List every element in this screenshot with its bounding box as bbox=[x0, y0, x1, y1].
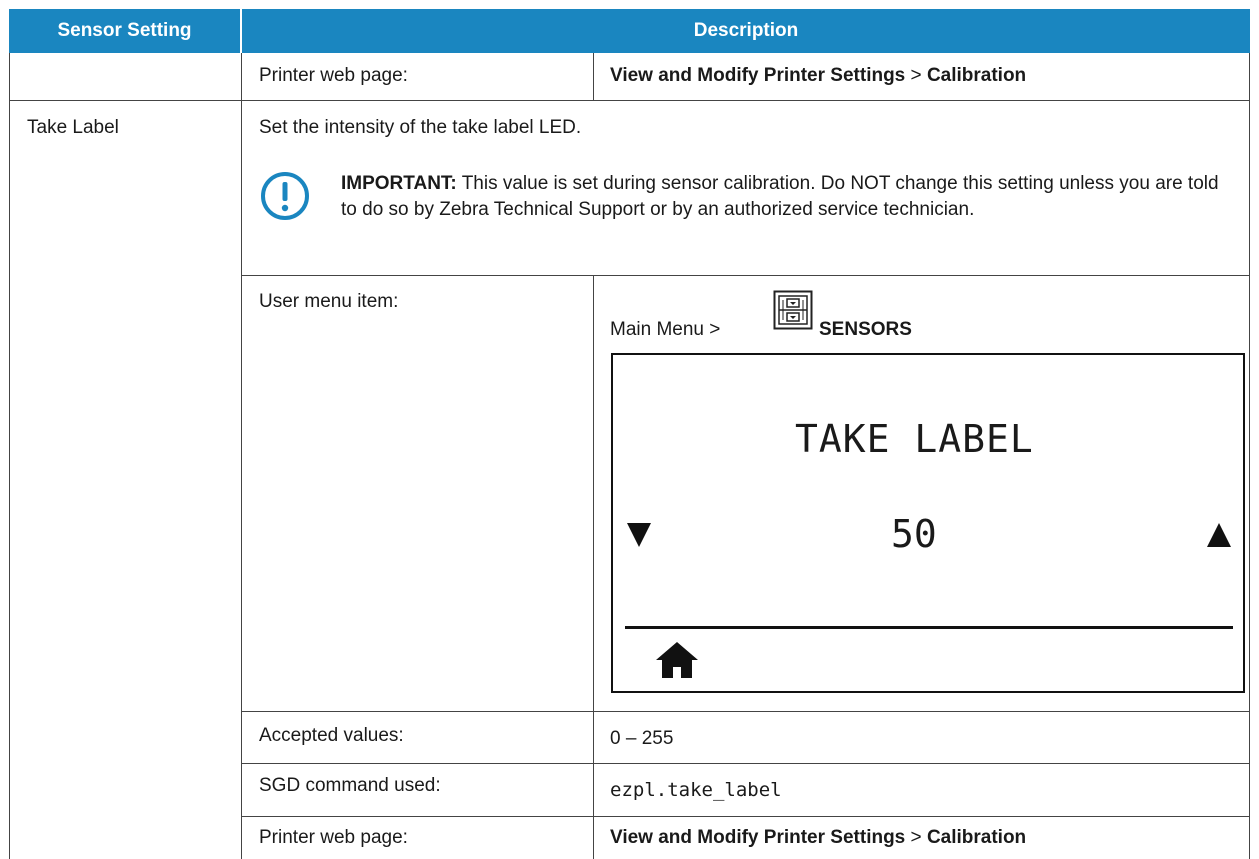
setting-name: Take Label bbox=[27, 117, 119, 138]
inner-col-divider-top bbox=[593, 53, 594, 100]
menu-path-text: Main Menu > bbox=[610, 319, 721, 340]
important-note: IMPORTANT: This value is set during sens… bbox=[341, 171, 1221, 223]
col-divider bbox=[241, 53, 242, 859]
inner-col-divider-bottom bbox=[593, 275, 594, 859]
setting-description: Set the intensity of the take label LED. bbox=[259, 117, 582, 138]
sgd-value: ezpl.take_label bbox=[610, 779, 782, 801]
row-line-1 bbox=[9, 100, 1250, 101]
lcd-divider bbox=[625, 626, 1233, 629]
top-path-part-2: Calibration bbox=[926, 65, 1027, 86]
home-icon[interactable] bbox=[654, 640, 700, 680]
lcd-right-arrow-icon[interactable] bbox=[1207, 523, 1231, 547]
menu-section: SENSORS bbox=[819, 319, 912, 340]
web-path-part-2: Calibration bbox=[926, 827, 1027, 848]
important-label: IMPORTANT: bbox=[341, 173, 457, 194]
header-description-label: Description bbox=[693, 20, 799, 41]
web-path: View and Modify Printer Settings > Calib… bbox=[610, 826, 1026, 850]
user-menu-label: User menu item: bbox=[259, 291, 399, 312]
sgd-label: SGD command used: bbox=[259, 775, 441, 796]
lcd-left-arrow-icon[interactable] bbox=[627, 523, 651, 547]
top-row-label: Printer web page: bbox=[259, 65, 408, 86]
web-label: Printer web page: bbox=[259, 827, 408, 848]
lcd-title: TAKE LABEL bbox=[795, 417, 1034, 461]
important-icon bbox=[258, 169, 312, 223]
header-sensor-setting: Sensor Setting bbox=[9, 9, 240, 53]
header-sensor-setting-label: Sensor Setting bbox=[57, 20, 192, 41]
row-line-3 bbox=[241, 711, 1250, 712]
lcd-display: TAKE LABEL 50 bbox=[611, 353, 1245, 693]
top-path-sep: > bbox=[910, 65, 922, 86]
accepted-value: 0 – 255 bbox=[610, 728, 674, 749]
sensors-menu-icon bbox=[773, 290, 813, 330]
header-description: Description bbox=[242, 9, 1250, 53]
left-border bbox=[9, 53, 10, 859]
web-path-part-1: View and Modify Printer Settings bbox=[610, 827, 906, 848]
top-path-part-1: View and Modify Printer Settings bbox=[610, 65, 906, 86]
lcd-value: 50 bbox=[891, 512, 937, 556]
row-line-4 bbox=[241, 763, 1250, 764]
accepted-label: Accepted values: bbox=[259, 725, 404, 746]
right-border bbox=[1249, 53, 1250, 859]
menu-path: Main Menu > bbox=[610, 318, 720, 342]
web-path-sep: > bbox=[910, 827, 922, 848]
important-text: This value is set during sensor calibrat… bbox=[341, 173, 1219, 220]
top-row-path: View and Modify Printer Settings > Calib… bbox=[610, 64, 1026, 88]
row-line-2 bbox=[241, 275, 1250, 276]
row-line-5 bbox=[241, 816, 1250, 817]
